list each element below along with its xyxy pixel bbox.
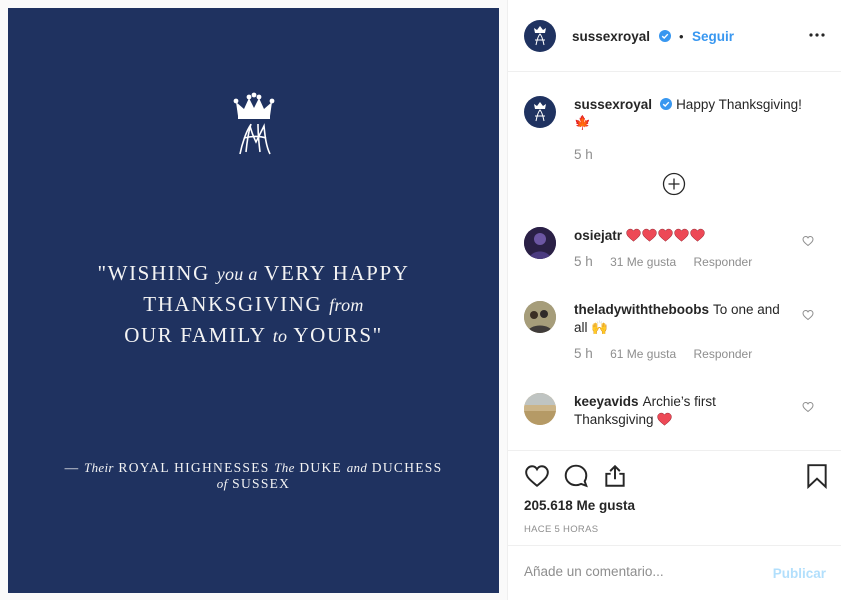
- comment-body: theladywiththeboobs To one and all 🙌 5 h …: [574, 301, 794, 363]
- comment-likes[interactable]: 61 Me gusta: [610, 347, 676, 361]
- verified-badge-icon: [660, 98, 673, 110]
- comment-meta: 5 h 31 Me gusta Responder: [574, 253, 794, 271]
- commenter-avatar[interactable]: [524, 301, 556, 333]
- caption-avatar[interactable]: [524, 96, 556, 128]
- maple-leaf-emoji: 🍁: [574, 115, 591, 130]
- header-user-row: sussexroyal • Seguir: [572, 28, 734, 46]
- post-header: sussexroyal • Seguir: [508, 0, 841, 72]
- heart-icon[interactable]: [524, 463, 550, 489]
- header-username[interactable]: sussexroyal: [572, 29, 650, 44]
- like-comment-heart-icon[interactable]: [802, 309, 814, 321]
- like-comment-heart-icon[interactable]: [802, 401, 814, 413]
- royal-monogram-logo: [233, 92, 275, 155]
- author-avatar[interactable]: [524, 20, 556, 52]
- follow-button[interactable]: Seguir: [692, 29, 734, 44]
- monogram-avatar-icon: [534, 102, 546, 122]
- load-more-comments-icon[interactable]: [662, 172, 686, 196]
- share-icon[interactable]: [602, 463, 628, 489]
- comment-username[interactable]: osiejatr: [574, 228, 622, 243]
- red-heart-emoji-icon: [626, 228, 642, 243]
- comment-username[interactable]: keeyavids: [574, 394, 639, 409]
- reply-button[interactable]: Responder: [694, 255, 753, 269]
- comment-body: osiejatr 5 h 31 Me gusta Responder: [574, 227, 794, 271]
- comment-likes[interactable]: 31 Me gusta: [610, 255, 676, 269]
- commenter-avatar[interactable]: [524, 227, 556, 259]
- reply-button[interactable]: Responder: [694, 347, 753, 361]
- post-side-panel: sussexroyal • Seguir sussexroyal Happy Th…: [507, 0, 841, 600]
- comment-time[interactable]: 5 h: [574, 346, 593, 361]
- comment-body: keeyavids Archie’s first Thanksgiving: [574, 393, 794, 429]
- commenter-photo-icon: [524, 393, 556, 425]
- signature-text: — Their ROYAL HIGHNESSES The DUKE and DU…: [28, 460, 479, 492]
- comment-username[interactable]: theladywiththeboobs: [574, 302, 709, 317]
- like-comment-heart-icon[interactable]: [802, 235, 814, 247]
- post-actions: 205.618 Me gusta HACE 5 HORAS: [508, 450, 841, 546]
- post-timestamp[interactable]: HACE 5 HORAS: [524, 524, 598, 535]
- quote-line-1: "WISHING you a VERY HAPPY: [97, 261, 410, 285]
- comment-time[interactable]: 5 h: [574, 254, 593, 269]
- comment-input[interactable]: [524, 564, 754, 579]
- heart-emojis: [657, 412, 673, 427]
- red-heart-emoji-icon: [657, 412, 673, 427]
- signature-line-1: — Their ROYAL HIGHNESSES The DUKE and DU…: [64, 460, 443, 475]
- red-heart-emoji-icon: [674, 228, 690, 243]
- publish-button[interactable]: Publicar: [773, 566, 826, 581]
- more-options-icon[interactable]: [808, 26, 826, 44]
- quote-line-2: THANKSGIVING from: [143, 292, 364, 316]
- caption-username[interactable]: sussexroyal: [574, 97, 652, 112]
- commenter-photo-icon: [524, 227, 556, 259]
- caption-time[interactable]: 5 h: [574, 147, 593, 162]
- red-heart-emoji-icon: [642, 228, 658, 243]
- bookmark-icon[interactable]: [804, 463, 830, 489]
- heart-emojis: [626, 228, 706, 243]
- quote-text: "WISHING you a VERY HAPPY THANKSGIVING f…: [28, 258, 479, 351]
- monogram-avatar-icon: [534, 26, 546, 46]
- comments-list[interactable]: sussexroyal Happy Thanksgiving! 🍁 5 h os…: [508, 72, 841, 450]
- like-count[interactable]: 205.618 Me gusta: [524, 498, 635, 513]
- caption-meta: 5 h: [574, 146, 814, 164]
- post-image[interactable]: "WISHING you a VERY HAPPY THANKSGIVING f…: [8, 8, 499, 593]
- caption-text: Happy Thanksgiving!: [676, 97, 802, 112]
- separator-dot: •: [678, 29, 684, 44]
- caption-body: sussexroyal Happy Thanksgiving! 🍁 5 h: [574, 96, 814, 164]
- red-heart-emoji-icon: [690, 228, 706, 243]
- verified-badge-icon: [658, 30, 671, 42]
- comment-meta: 5 h 61 Me gusta Responder: [574, 345, 794, 363]
- red-heart-emoji-icon: [658, 228, 674, 243]
- quote-line-3: OUR FAMILY to YOURS": [124, 323, 383, 347]
- comment-icon[interactable]: [563, 463, 589, 489]
- signature-line-2: of SUSSEX: [216, 476, 291, 491]
- commenter-avatar[interactable]: [524, 393, 556, 425]
- raised-hands-emoji: 🙌: [591, 320, 609, 335]
- commenter-photo-icon: [524, 301, 556, 333]
- add-comment-bar: Publicar: [508, 545, 841, 600]
